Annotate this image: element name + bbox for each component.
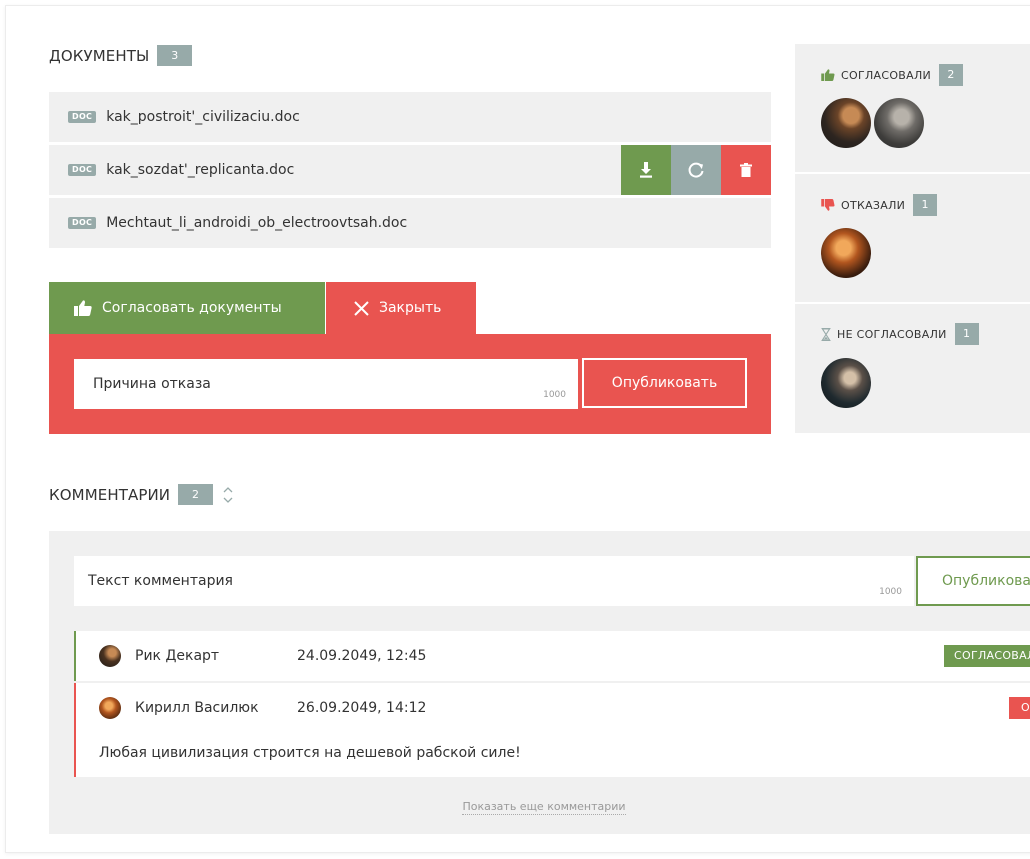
show-more-comments-link[interactable]: Показать еще комментарии [462, 800, 626, 815]
approval-status-panel: СОГЛАСОВАЛИ 2 ОТКАЗАЛИ 1 НЕ СОГЛАСОВАЛИ … [795, 44, 1030, 433]
sort-toggle-icon[interactable] [223, 486, 233, 504]
hourglass-icon [821, 327, 831, 341]
document-list: DOC kak_postroit'_civilizaciu.doc DOC ka… [49, 92, 771, 251]
comment-input[interactable]: Текст комментария 1000 [74, 556, 914, 606]
status-badge: ОТКАЗАЛ [1009, 697, 1030, 719]
avatar [99, 697, 121, 719]
comment-item: Рик Декарт 24.09.2049, 12:45 СОГЛАСОВАЛ [74, 631, 1030, 681]
doc-file-icon: DOC [68, 164, 97, 176]
avatar[interactable] [821, 98, 871, 148]
document-name[interactable]: Mechtaut_li_androidi_ob_electroovtsah.do… [106, 215, 407, 231]
avatar[interactable] [821, 358, 871, 408]
page: ДОКУМЕНТЫ 3 DOC kak_postroit'_civilizaci… [0, 0, 1030, 859]
delete-button[interactable] [721, 145, 771, 195]
reject-reason-panel: Причина отказа 1000 Опубликовать [49, 334, 771, 434]
rejected-header: ОТКАЗАЛИ 1 [821, 194, 938, 216]
document-row[interactable]: DOC kak_postroit'_civilizaciu.doc [49, 92, 771, 142]
rejected-label: ОТКАЗАЛИ [841, 198, 906, 212]
download-button[interactable] [621, 145, 671, 195]
document-actions [621, 145, 771, 195]
thumbs-down-icon [821, 199, 835, 211]
pending-avatars [821, 358, 874, 408]
tab-close-label: Закрыть [379, 300, 442, 316]
doc-file-icon: DOC [68, 217, 97, 229]
close-icon [354, 300, 369, 316]
replace-button[interactable] [671, 145, 721, 195]
documents-title: ДОКУМЕНТЫ [49, 46, 150, 65]
document-row[interactable]: DOC Mechtaut_li_androidi_ob_electroovtsa… [49, 198, 771, 248]
documents-count-badge: 3 [157, 45, 193, 66]
document-row[interactable]: DOC kak_sozdat'_replicanta.doc [49, 145, 771, 195]
document-name[interactable]: kak_postroit'_civilizaciu.doc [106, 109, 300, 125]
divider [795, 302, 1030, 304]
doc-file-icon: DOC [68, 111, 97, 123]
approved-count-badge: 2 [939, 64, 964, 86]
tab-approve-documents[interactable]: Согласовать документы [49, 282, 325, 334]
trash-icon [740, 163, 752, 177]
thumbs-up-icon [821, 69, 835, 81]
char-limit: 1000 [879, 587, 902, 597]
approved-avatars [821, 98, 927, 148]
show-more-comments: Показать еще комментарии [49, 800, 1030, 815]
comment-input-placeholder: Текст комментария [88, 573, 233, 589]
comments-count-badge: 2 [178, 484, 214, 505]
status-badge: СОГЛАСОВАЛ [944, 645, 1030, 667]
approved-label: СОГЛАСОВАЛИ [841, 68, 932, 82]
comment-author[interactable]: Рик Декарт [135, 648, 297, 664]
document-name[interactable]: kak_sozdat'_replicanta.doc [106, 162, 294, 178]
comments-header: КОММЕНТАРИИ 2 [49, 484, 233, 505]
approved-header: СОГЛАСОВАЛИ 2 [821, 64, 964, 86]
reject-reason-placeholder: Причина отказа [93, 376, 211, 392]
publish-rejection-button[interactable]: Опубликовать [582, 358, 747, 408]
comment-author[interactable]: Кирилл Василюк [135, 700, 297, 716]
avatar[interactable] [874, 98, 924, 148]
download-icon [640, 162, 652, 178]
comment-date: 26.09.2049, 14:12 [297, 700, 427, 716]
comment-header: Кирилл Василюк 26.09.2049, 14:12 [99, 697, 426, 719]
avatar[interactable] [821, 228, 871, 278]
comments-title: КОММЕНТАРИИ [49, 485, 171, 504]
reject-reason-input[interactable]: Причина отказа 1000 [74, 359, 578, 409]
divider [795, 172, 1030, 174]
pending-count-badge: 1 [954, 323, 979, 345]
comment-date: 24.09.2049, 12:45 [297, 648, 427, 664]
rejected-count-badge: 1 [913, 194, 938, 216]
pending-header: НЕ СОГЛАСОВАЛИ 1 [821, 323, 979, 345]
thumbs-up-icon [74, 300, 92, 316]
documents-header: ДОКУМЕНТЫ 3 [49, 45, 193, 66]
comment-item: Кирилл Василюк 26.09.2049, 14:12 ОТКАЗАЛ… [74, 683, 1030, 777]
publish-comment-button[interactable]: Опубликовать [916, 556, 1030, 606]
pending-label: НЕ СОГЛАСОВАЛИ [837, 327, 947, 341]
refresh-icon [688, 162, 704, 178]
tab-approve-label: Согласовать документы [102, 300, 282, 316]
tab-close[interactable]: Закрыть [326, 282, 476, 334]
comment-text: Любая цивилизация строится на дешевой ра… [99, 745, 521, 761]
rejected-avatars [821, 228, 874, 278]
comments-panel: Текст комментария 1000 Опубликовать Рик … [49, 531, 1030, 834]
comment-header: Рик Декарт 24.09.2049, 12:45 [99, 645, 426, 667]
char-limit: 1000 [543, 390, 566, 400]
avatar [99, 645, 121, 667]
